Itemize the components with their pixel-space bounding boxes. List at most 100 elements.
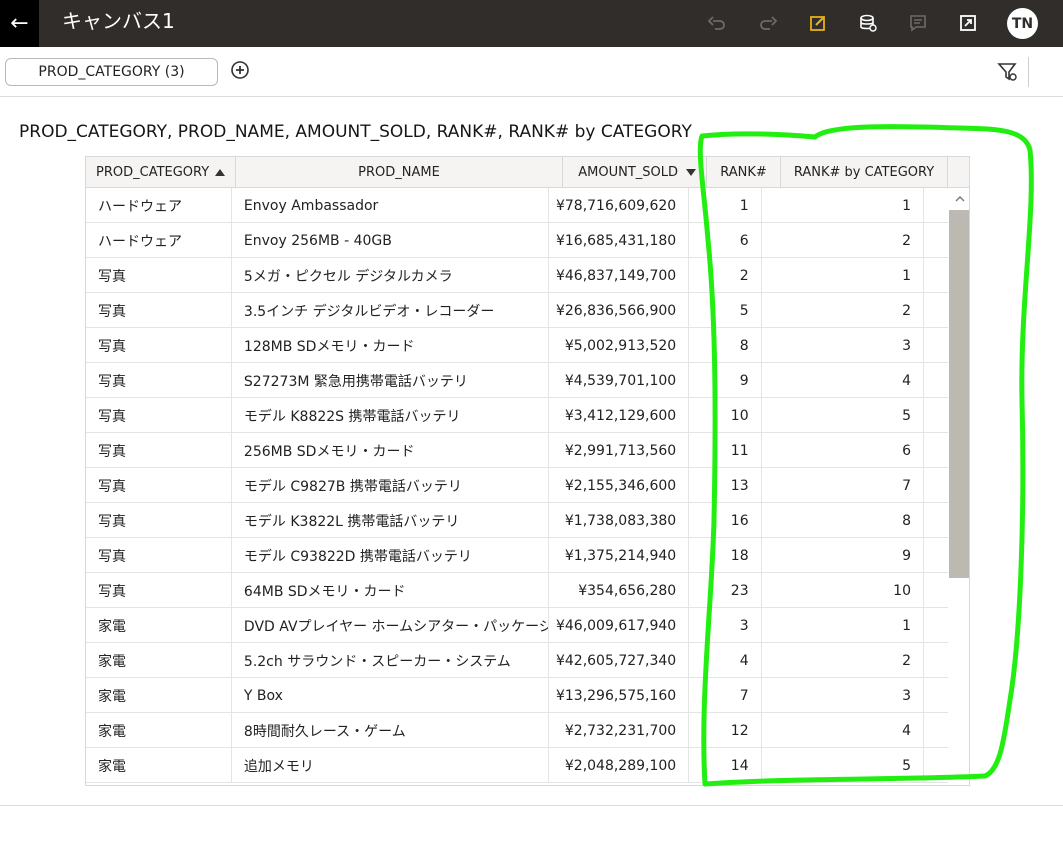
cell-prod-name[interactable]: 64MB SDメモリ・カード bbox=[232, 573, 550, 608]
column-header-rank-by-category[interactable]: RANK# by CATEGORY bbox=[781, 157, 948, 188]
cell-rank[interactable]: 10 bbox=[689, 398, 762, 433]
cell-rank[interactable]: 12 bbox=[689, 713, 762, 748]
cell-amount-sold[interactable]: ¥16,685,431,180 bbox=[549, 223, 690, 258]
cell-rank[interactable]: 8 bbox=[689, 328, 762, 363]
cell-amount-sold[interactable]: ¥42,605,727,340 bbox=[549, 643, 690, 678]
cell-rank[interactable]: 7 bbox=[689, 678, 762, 713]
cell-prod-category[interactable]: 家電 bbox=[86, 713, 232, 748]
cell-rank[interactable]: 16 bbox=[689, 503, 762, 538]
cell-rank[interactable]: 6 bbox=[689, 223, 762, 258]
table-row[interactable]: 家電 8時間耐久レース・ゲーム ¥2,732,231,700 12 4 bbox=[86, 713, 948, 748]
canvas-title[interactable]: キャンバス1 bbox=[62, 8, 175, 34]
table-row[interactable]: ハードウェア Envoy Ambassador ¥78,716,609,620 1 1 bbox=[86, 188, 948, 223]
cell-prod-name[interactable]: 3.5インチ デジタルビデオ・レコーダー bbox=[232, 293, 550, 328]
cell-rank[interactable]: 3 bbox=[689, 608, 762, 643]
table-row[interactable]: 家電 Y Box ¥13,296,575,160 7 3 bbox=[86, 678, 948, 713]
cell-prod-name[interactable]: モデル K3822L 携帯電話バッテリ bbox=[232, 503, 550, 538]
cell-prod-name[interactable]: 5.2ch サラウンド・スピーカー・システム bbox=[232, 643, 550, 678]
cell-amount-sold[interactable]: ¥78,716,609,620 bbox=[549, 188, 690, 223]
cell-prod-category[interactable]: 写真 bbox=[86, 258, 232, 293]
cell-rank-by-category[interactable]: 1 bbox=[762, 258, 924, 293]
cell-prod-category[interactable]: 家電 bbox=[86, 643, 232, 678]
cell-amount-sold[interactable]: ¥5,002,913,520 bbox=[549, 328, 690, 363]
cell-rank-by-category[interactable]: 5 bbox=[762, 748, 924, 783]
redo-button[interactable] bbox=[755, 10, 781, 36]
column-header-rank[interactable]: RANK# bbox=[707, 157, 781, 188]
cell-rank-by-category[interactable]: 10 bbox=[762, 573, 924, 608]
cell-rank[interactable]: 1 bbox=[689, 188, 762, 223]
cell-prod-category[interactable]: 写真 bbox=[86, 503, 232, 538]
cell-rank-by-category[interactable]: 4 bbox=[762, 713, 924, 748]
cell-rank-by-category[interactable]: 7 bbox=[762, 468, 924, 503]
cell-prod-name[interactable]: Y Box bbox=[232, 678, 550, 713]
cell-prod-category[interactable]: 家電 bbox=[86, 608, 232, 643]
cell-rank-by-category[interactable]: 3 bbox=[762, 678, 924, 713]
cell-rank-by-category[interactable]: 2 bbox=[762, 223, 924, 258]
visualization-title[interactable]: PROD_CATEGORY, PROD_NAME, AMOUNT_SOLD, R… bbox=[19, 122, 692, 142]
cell-prod-category[interactable]: ハードウェア bbox=[86, 223, 232, 258]
cell-amount-sold[interactable]: ¥354,656,280 bbox=[549, 573, 690, 608]
cell-rank[interactable]: 18 bbox=[689, 538, 762, 573]
filter-settings-icon[interactable] bbox=[997, 61, 1019, 83]
cell-prod-name[interactable]: モデル C93822D 携帯電話バッテリ bbox=[232, 538, 550, 573]
cell-prod-category[interactable]: ハードウェア bbox=[86, 188, 232, 223]
cell-rank[interactable]: 14 bbox=[689, 748, 762, 783]
cell-rank[interactable]: 23 bbox=[689, 573, 762, 608]
data-button[interactable] bbox=[855, 10, 881, 36]
scrollbar-thumb[interactable] bbox=[949, 210, 969, 578]
column-header-prod-name[interactable]: PROD_NAME bbox=[236, 157, 563, 188]
table-row[interactable]: 写真 モデル C9827B 携帯電話バッテリ ¥2,155,346,600 13 7 bbox=[86, 468, 948, 503]
cell-rank-by-category[interactable]: 6 bbox=[762, 433, 924, 468]
cell-prod-category[interactable]: 写真 bbox=[86, 433, 232, 468]
cell-rank[interactable]: 2 bbox=[689, 258, 762, 293]
cell-rank-by-category[interactable]: 3 bbox=[762, 328, 924, 363]
cell-prod-name[interactable]: 128MB SDメモリ・カード bbox=[232, 328, 550, 363]
cell-amount-sold[interactable]: ¥26,836,566,900 bbox=[549, 293, 690, 328]
table-row[interactable]: 写真 3.5インチ デジタルビデオ・レコーダー ¥26,836,566,900 5 2 bbox=[86, 293, 948, 328]
table-row[interactable]: 写真 5メガ・ピクセル デジタルカメラ ¥46,837,149,700 2 1 bbox=[86, 258, 948, 293]
cell-prod-category[interactable]: 写真 bbox=[86, 363, 232, 398]
table-row[interactable]: 家電 DVD AVプレイヤー ホームシアター・パッケージ ¥46,009,617,9… bbox=[86, 608, 948, 643]
cell-amount-sold[interactable]: ¥46,009,617,940 bbox=[549, 608, 690, 643]
cell-prod-name[interactable]: 追加メモリ bbox=[232, 748, 550, 783]
cell-amount-sold[interactable]: ¥2,732,231,700 bbox=[549, 713, 690, 748]
user-avatar[interactable]: TN bbox=[1007, 8, 1038, 39]
chevron-up-icon[interactable] bbox=[955, 194, 965, 204]
cell-prod-name[interactable]: 256MB SDメモリ・カード bbox=[232, 433, 550, 468]
table-row[interactable]: 写真 256MB SDメモリ・カード ¥2,991,713,560 11 6 bbox=[86, 433, 948, 468]
table-row[interactable]: 写真 64MB SDメモリ・カード ¥354,656,280 23 10 bbox=[86, 573, 948, 608]
cell-prod-category[interactable]: 写真 bbox=[86, 293, 232, 328]
table-row[interactable]: ハードウェア Envoy 256MB - 40GB ¥16,685,431,180 6… bbox=[86, 223, 948, 258]
cell-prod-category[interactable]: 家電 bbox=[86, 678, 232, 713]
cell-rank[interactable]: 11 bbox=[689, 433, 762, 468]
cell-amount-sold[interactable]: ¥3,412,129,600 bbox=[549, 398, 690, 433]
cell-rank[interactable]: 13 bbox=[689, 468, 762, 503]
edit-button[interactable] bbox=[805, 10, 831, 36]
cell-prod-name[interactable]: 5メガ・ピクセル デジタルカメラ bbox=[232, 258, 550, 293]
cell-rank-by-category[interactable]: 4 bbox=[762, 363, 924, 398]
cell-prod-category[interactable]: 写真 bbox=[86, 328, 232, 363]
cell-prod-name[interactable]: モデル K8822S 携帯電話バッテリ bbox=[232, 398, 550, 433]
filter-pill-prod-category[interactable]: PROD_CATEGORY (3) bbox=[5, 58, 218, 86]
cell-rank-by-category[interactable]: 1 bbox=[762, 188, 924, 223]
cell-prod-name[interactable]: DVD AVプレイヤー ホームシアター・パッケージ bbox=[232, 608, 550, 643]
cell-rank-by-category[interactable]: 9 bbox=[762, 538, 924, 573]
table-row[interactable]: 写真 モデル K8822S 携帯電話バッテリ ¥3,412,129,600 10 5 bbox=[86, 398, 948, 433]
cell-prod-category[interactable]: 写真 bbox=[86, 468, 232, 503]
cell-prod-name[interactable]: S27273M 緊急用携帯電話バッテリ bbox=[232, 363, 550, 398]
cell-prod-category[interactable]: 写真 bbox=[86, 573, 232, 608]
vertical-scrollbar[interactable] bbox=[948, 188, 969, 785]
cell-rank-by-category[interactable]: 5 bbox=[762, 398, 924, 433]
cell-rank-by-category[interactable]: 2 bbox=[762, 293, 924, 328]
table-row[interactable]: 写真 128MB SDメモリ・カード ¥5,002,913,520 8 3 bbox=[86, 328, 948, 363]
cell-amount-sold[interactable]: ¥2,991,713,560 bbox=[549, 433, 690, 468]
cell-amount-sold[interactable]: ¥4,539,701,100 bbox=[549, 363, 690, 398]
cell-rank-by-category[interactable]: 8 bbox=[762, 503, 924, 538]
undo-button[interactable] bbox=[704, 10, 730, 36]
cell-amount-sold[interactable]: ¥1,738,083,380 bbox=[549, 503, 690, 538]
table-row[interactable]: 家電 追加メモリ ¥2,048,289,100 14 5 bbox=[86, 748, 948, 783]
cell-rank[interactable]: 5 bbox=[689, 293, 762, 328]
present-button[interactable] bbox=[955, 10, 981, 36]
cell-prod-name[interactable]: Envoy Ambassador bbox=[232, 188, 550, 223]
cell-rank[interactable]: 9 bbox=[689, 363, 762, 398]
